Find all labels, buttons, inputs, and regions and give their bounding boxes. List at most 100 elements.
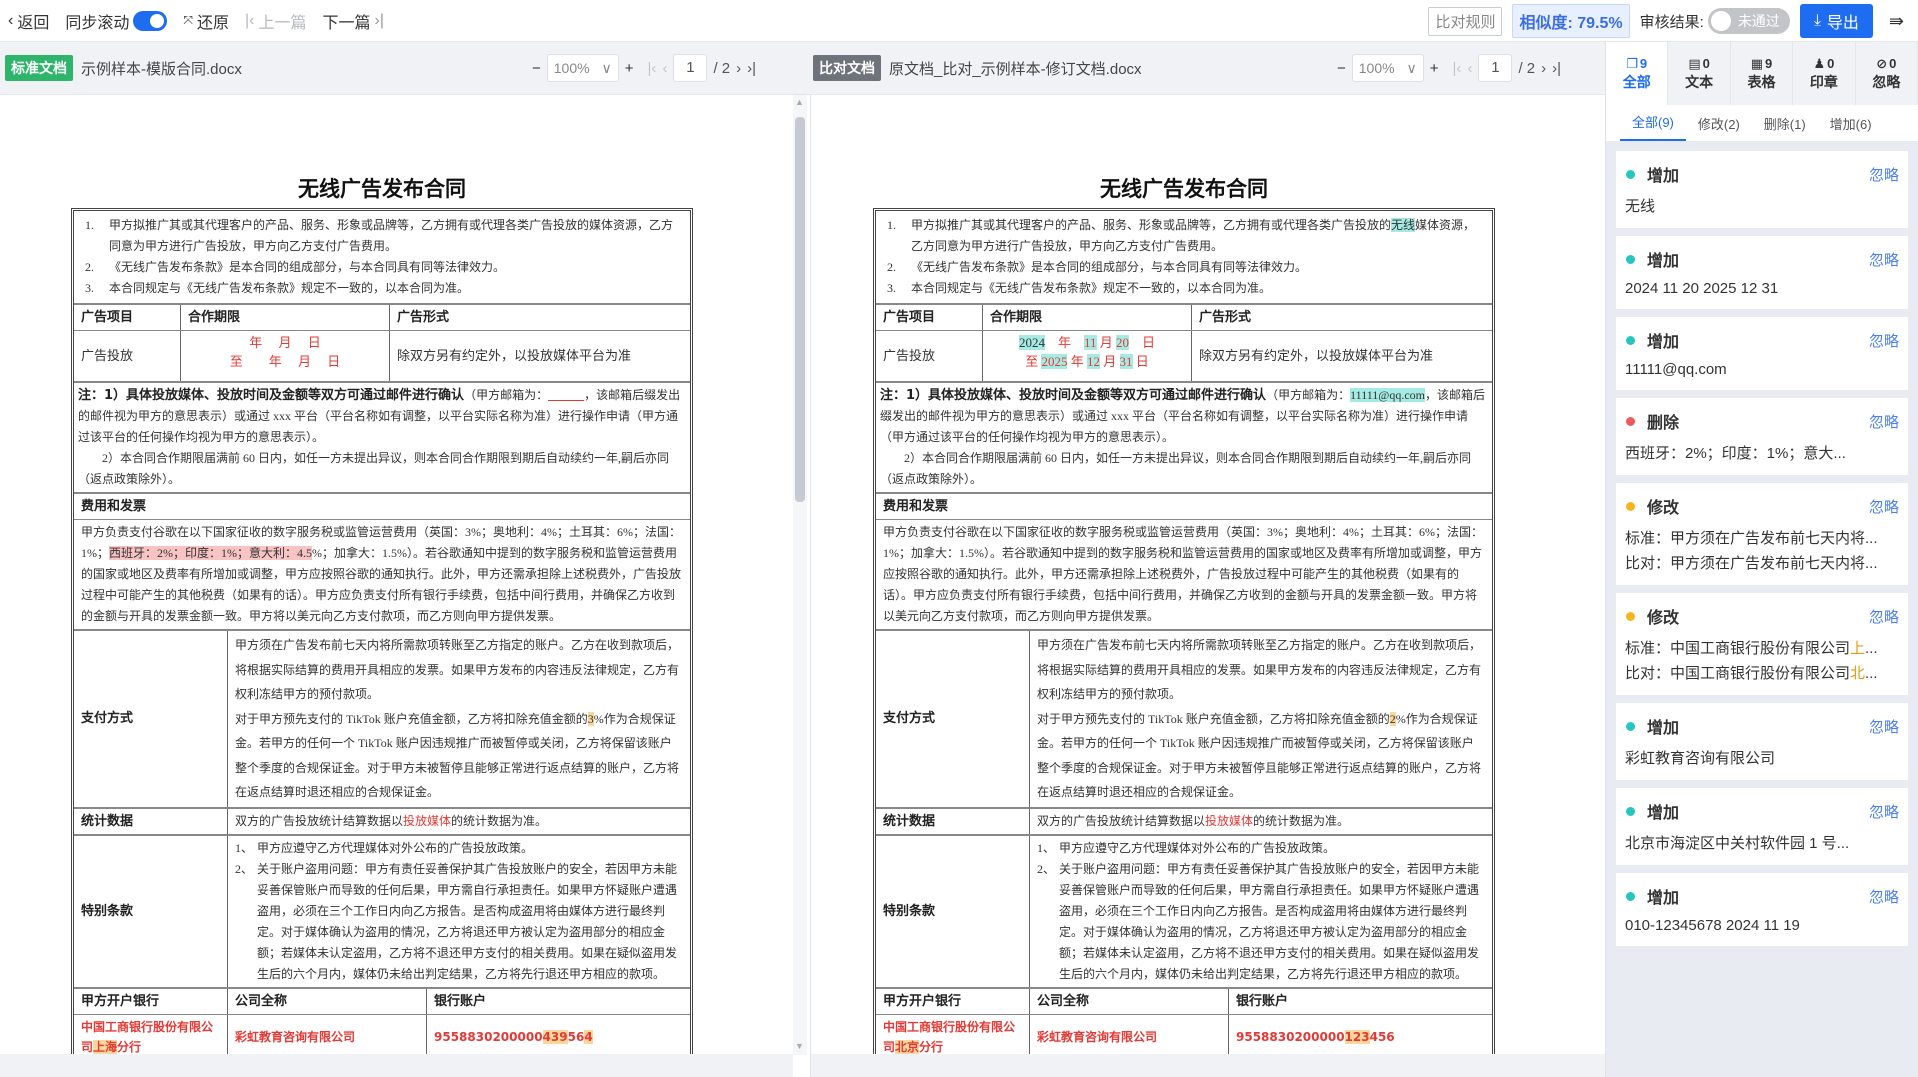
modified-text-highlight[interactable]: 123 xyxy=(1345,1030,1370,1044)
text-segment: 1）具体投放媒体、投放时间及金额等双方可通过邮件进行确认 xyxy=(104,388,464,403)
diff-type: 增加 xyxy=(1647,799,1679,823)
back-button[interactable]: ‹返回 xyxy=(8,9,49,33)
modified-text-highlight[interactable]: 439 xyxy=(543,1030,568,1044)
clause-item: 3.本合同规定与《无线广告发布条款》规定不一致的，以本合同为准。 xyxy=(81,278,683,299)
scrollbar-thumb[interactable] xyxy=(795,117,805,502)
zoom-select[interactable]: 100%∨ xyxy=(1352,54,1424,82)
review-toggle[interactable]: 未通过 xyxy=(1708,8,1790,34)
diff-card[interactable]: 增加忽略彩虹教育咨询有限公司 xyxy=(1616,703,1908,780)
first-page-button[interactable]: |‹ xyxy=(648,60,657,77)
page-input[interactable]: 1 xyxy=(673,54,707,82)
modified-text-highlight[interactable]: 上海 xyxy=(93,1040,117,1054)
scroll-up-icon[interactable]: ▲ xyxy=(795,97,804,107)
subtab[interactable]: 全部(9) xyxy=(1620,112,1686,141)
text-segment: 彩虹教育咨询有限公司 xyxy=(235,1030,355,1044)
ad-form: 除双方另有约定外，以投放媒体平台为准 xyxy=(389,331,690,381)
export-button[interactable]: ⤓导出 xyxy=(1800,4,1873,38)
tab-copy[interactable]: ❐9全部 xyxy=(1606,42,1668,105)
added-text-highlight[interactable]: 无线 xyxy=(1391,218,1415,232)
party-a-bank-row: 中国工商银行股份有限公司北京分行彩虹教育咨询有限公司95588302000001… xyxy=(876,1014,1492,1059)
subtab[interactable]: 增加(6) xyxy=(1818,114,1884,141)
toggle-switch-on[interactable] xyxy=(133,11,167,31)
added-text-highlight[interactable]: 31 xyxy=(1120,354,1133,369)
text-segment: 投放媒体 xyxy=(1205,814,1253,828)
prev-doc-button[interactable]: |‹上一篇 xyxy=(245,9,307,33)
added-text-highlight[interactable]: 2025 xyxy=(1041,354,1067,369)
deleted-text-highlight[interactable]: 西班牙：2%；印度：1%；意大利：4.5 xyxy=(109,546,312,560)
text-segment: 010-12345678 2024 11 19 xyxy=(1625,917,1800,934)
next-page-button[interactable]: › xyxy=(736,60,741,77)
text-segment: ＿＿＿ xyxy=(548,388,584,402)
special-terms-row: 特别条款1、甲方应遵守乙方代理媒体对外公布的广告投放政策。2、关于账户盗用问题：… xyxy=(876,834,1492,987)
page-input[interactable]: 1 xyxy=(1478,54,1512,82)
diff-card[interactable]: 修改忽略标准：中国工商银行股份有限公司上...比对：中国工商银行股份有限公司北.… xyxy=(1616,593,1908,695)
ignore-button[interactable]: 忽略 xyxy=(1869,801,1899,822)
ignore-button[interactable]: 忽略 xyxy=(1869,716,1899,737)
diff-type: 增加 xyxy=(1647,884,1679,908)
added-text-highlight[interactable]: 12 xyxy=(1087,354,1100,369)
prev-page-button[interactable]: ‹ xyxy=(662,60,667,77)
diff-card[interactable]: 增加 忽略 010-12345678 2024 11 19 xyxy=(1616,873,1908,946)
contract-table: 1.甲方拟推广其或其代理客户的产品、服务、形象或品牌等，乙方拥有或代理各类广告投… xyxy=(873,208,1495,1077)
tab-table[interactable]: ▦9表格 xyxy=(1731,42,1793,105)
diff-card[interactable]: 增加忽略无线 xyxy=(1616,151,1908,228)
last-page-button[interactable]: ›| xyxy=(1552,60,1561,77)
restore-button[interactable]: ⤧还原 xyxy=(183,9,229,33)
next-doc-button[interactable]: 下一篇›| xyxy=(322,9,384,33)
scroll-down-icon[interactable]: ▼ xyxy=(795,1041,804,1051)
compare-rules-button[interactable]: 比对规则 xyxy=(1428,7,1502,36)
text-segment: 日 xyxy=(1133,354,1149,369)
tab-eye-slash[interactable]: ⊘0忽略 xyxy=(1856,42,1918,105)
zoom-select[interactable]: 100%∨ xyxy=(547,54,619,82)
ignore-button[interactable]: 忽略 xyxy=(1869,496,1899,517)
subtab[interactable]: 删除(1) xyxy=(1752,114,1818,141)
standard-doc-badge: 标准文档 xyxy=(5,55,73,81)
zoom-in-button[interactable]: + xyxy=(625,60,634,77)
ignore-button[interactable]: 忽略 xyxy=(1869,411,1899,432)
ignore-button[interactable]: 忽略 xyxy=(1869,886,1899,907)
compare-doc-toolbar: 比对文档 原文档_比对_示例样本-修订文档.docx − 100%∨ + |‹‹… xyxy=(810,42,1605,95)
tab-count-row: ⊘0 xyxy=(1876,56,1896,72)
bank-cell: 中国工商银行股份有限公司上海分行 xyxy=(74,1015,227,1059)
statistics-label: 统计数据 xyxy=(74,809,227,834)
diff-card[interactable]: 增加忽略北京市海淀区中关村软件园 1 号... xyxy=(1616,788,1908,865)
ignore-button[interactable]: 忽略 xyxy=(1869,249,1899,270)
first-page-button[interactable]: |‹ xyxy=(1453,60,1462,77)
zoom-out-button[interactable]: − xyxy=(532,60,541,77)
modified-text-highlight[interactable]: 4 xyxy=(584,1030,592,1044)
diff-card[interactable]: 删除忽略西班牙：2%；印度：1%；意大... xyxy=(1616,398,1908,475)
payment-row: 支付方式甲方须在广告发布前七天内将所需款项转账至乙方指定的账户。乙方在收到款项后… xyxy=(74,629,690,807)
compare-doc-pane: 无线广告发布合同1.甲方拟推广其或其代理客户的产品、服务、形象或品牌等，乙方拥有… xyxy=(810,95,1605,1077)
document-icon: ▤ xyxy=(1688,56,1700,72)
scrollbar[interactable]: ▲ ▼ xyxy=(793,95,807,1055)
modified-text-highlight[interactable]: 北京 xyxy=(895,1040,919,1054)
special-term-item: 1、甲方应遵守乙方代理媒体对外公布的广告投放政策。 xyxy=(1037,838,1485,859)
added-text-highlight[interactable]: 11111@qq.com xyxy=(1350,388,1425,402)
diff-highlight: 北 xyxy=(1850,665,1865,682)
text-segment: 对于甲方预先支付的 TikTok 账户充值金额，乙方将扣除充值金额的 xyxy=(235,712,588,726)
text-segment: 分行 xyxy=(919,1040,943,1054)
bank-cell: 9558830200000123456 xyxy=(1228,1015,1492,1059)
tab-stamp[interactable]: ♟0印章 xyxy=(1793,42,1855,105)
last-page-button[interactable]: ›| xyxy=(747,60,756,77)
diff-card[interactable]: 增加忽略2024 11 20 2025 12 31 xyxy=(1616,236,1908,309)
prev-page-button[interactable]: ‹ xyxy=(1467,60,1472,77)
diff-card[interactable]: 修改忽略标准：甲方须在广告发布前七天内将...比对：甲方须在广告发布前七天内将.… xyxy=(1616,483,1908,585)
prev-label: 上一篇 xyxy=(258,9,306,33)
sync-scroll-toggle[interactable]: 同步滚动 xyxy=(65,9,167,33)
ignore-button[interactable]: 忽略 xyxy=(1869,164,1899,185)
zoom-in-button[interactable]: + xyxy=(1430,60,1439,77)
added-text-highlight[interactable]: 2024 xyxy=(1019,335,1045,350)
ignore-button[interactable]: 忽略 xyxy=(1869,606,1899,627)
added-text-highlight[interactable]: 20 xyxy=(1116,335,1129,350)
diff-card[interactable]: 增加忽略11111@qq.com xyxy=(1616,317,1908,390)
tab-document[interactable]: ▤0文本 xyxy=(1668,42,1730,105)
ignore-button[interactable]: 忽略 xyxy=(1869,330,1899,351)
next-page-button[interactable]: › xyxy=(1541,60,1546,77)
notes-section: 注：1）具体投放媒体、投放时间及金额等双方可通过邮件进行确认（甲方邮箱为：111… xyxy=(876,381,1492,492)
text-segment: 双方的广告投放统计结算数据以 xyxy=(235,814,403,828)
zoom-out-button[interactable]: − xyxy=(1337,60,1346,77)
added-text-highlight[interactable]: 11 xyxy=(1084,335,1097,350)
collapse-panel-icon[interactable]: ⇛ xyxy=(1889,11,1904,32)
subtab[interactable]: 修改(2) xyxy=(1686,114,1752,141)
